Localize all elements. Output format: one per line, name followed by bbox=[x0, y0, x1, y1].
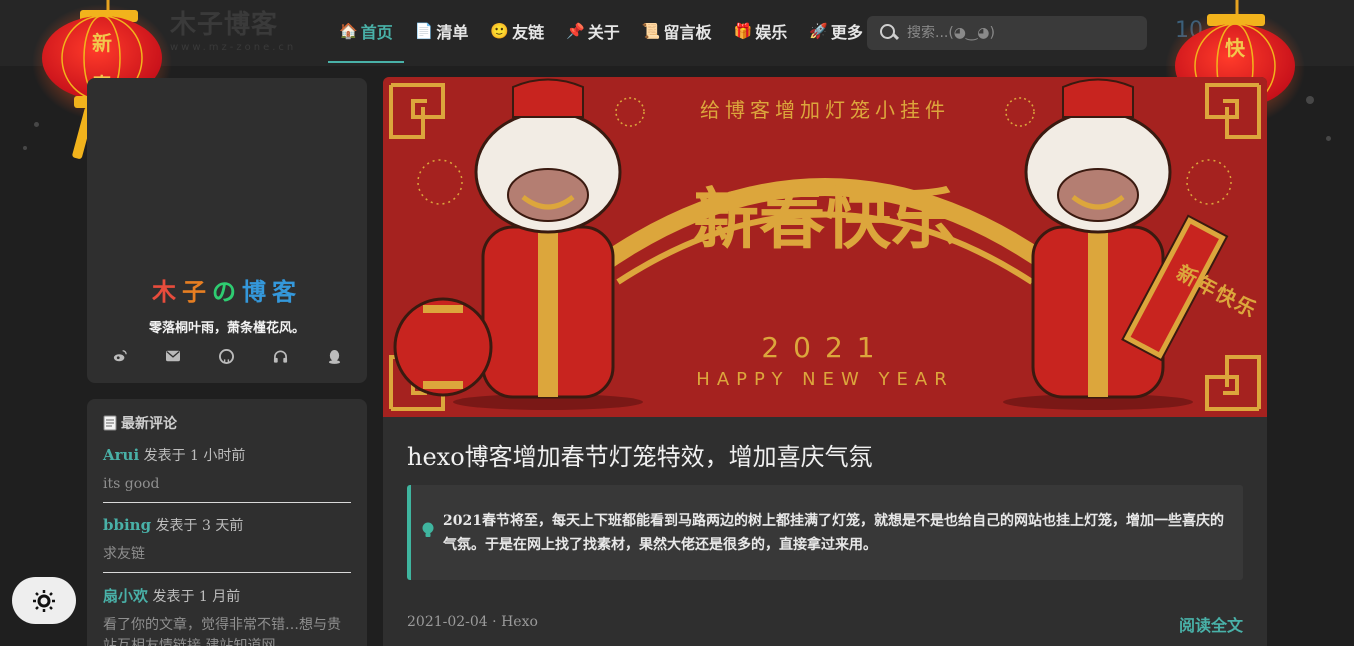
main-nav: 🏠 首页 📄 清单 🙂 友链 📌 关于 📜 留言板 🎁 娱乐 🚀 更多 bbox=[328, 0, 874, 66]
lantern-char: 新 bbox=[92, 31, 112, 55]
smile-icon: 🙂 bbox=[490, 22, 510, 40]
banner-headline: 新春快乐 bbox=[693, 180, 957, 258]
gift-icon: 🎁 bbox=[733, 22, 753, 40]
motto: 零落桐叶雨，萧条槿花风。 bbox=[148, 321, 305, 336]
site-name-char: 博 bbox=[242, 277, 272, 306]
comment-item[interactable]: 扇小欢 发表于 1 月前 看了你的文章，觉得非常不错…想与贵站互相友情链接 建站… bbox=[103, 573, 351, 646]
comment-time: 发表于 1 月前 bbox=[152, 589, 241, 605]
rocket-icon: 🚀 bbox=[809, 22, 828, 40]
comment-author[interactable]: 扇小欢 bbox=[103, 587, 148, 605]
comment-text: its good bbox=[103, 474, 351, 503]
mail-icon[interactable] bbox=[165, 348, 181, 364]
nav-list[interactable]: 📄 清单 bbox=[404, 0, 480, 62]
pin-icon: 📌 bbox=[566, 22, 585, 40]
nav-links[interactable]: 🙂 友链 bbox=[479, 0, 555, 62]
theme-toggle-button[interactable] bbox=[12, 577, 76, 624]
nav-label: 清单 bbox=[436, 23, 469, 42]
comment-time: 发表于 3 天前 bbox=[155, 518, 244, 534]
nav-more[interactable]: 🚀 更多 bbox=[798, 0, 874, 62]
read-more-link[interactable]: 阅读全文 bbox=[1179, 612, 1243, 636]
comment-header: 扇小欢 发表于 1 月前 bbox=[103, 585, 351, 606]
nav-label: 留言板 bbox=[663, 23, 712, 42]
snow-dot bbox=[1326, 136, 1331, 141]
logo-subtext: www.mz-zone.cn bbox=[170, 42, 297, 53]
document-icon: 📄 bbox=[414, 22, 434, 40]
post-card: 给博客增加灯笼小挂件 新春快乐 2021 HAPPY NEW YEAR 新年快乐… bbox=[383, 77, 1267, 646]
search-box[interactable] bbox=[867, 16, 1147, 50]
comment-author[interactable]: bbing bbox=[103, 516, 151, 534]
widget-title-text: 最新评论 bbox=[121, 416, 177, 432]
comment-item[interactable]: bbing 发表于 3 天前 求友链 bbox=[103, 503, 351, 573]
site-name-char: 客 bbox=[272, 277, 302, 306]
profile-card: 木子の博客 零落桐叶雨，萧条槿花风。 bbox=[87, 78, 367, 383]
comment-text: 求友链 bbox=[103, 544, 351, 573]
comment-time: 发表于 1 小时前 bbox=[143, 448, 246, 464]
nav-label: 首页 bbox=[360, 22, 393, 42]
comment-header: bbing 发表于 3 天前 bbox=[103, 515, 351, 535]
site-name-char: 木 bbox=[152, 277, 182, 306]
qq-icon[interactable] bbox=[326, 348, 342, 364]
post-excerpt: 2021春节将至，每天上下班都能看到马路两边的树上都挂满了灯笼，就想是不是也给自… bbox=[407, 485, 1243, 580]
widget-title: 最新评论 bbox=[103, 413, 351, 433]
nav-label: 友链 bbox=[512, 23, 545, 42]
top-navbar: 木子博客 www.mz-zone.cn 🏠 首页 📄 清单 🙂 友链 📌 关于 … bbox=[0, 0, 1354, 66]
headphones-icon[interactable] bbox=[273, 348, 289, 364]
sun-icon bbox=[33, 589, 55, 612]
excerpt-text: 2021春节将至，每天上下班都能看到马路两边的树上都挂满了灯笼，就想是不是也给自… bbox=[443, 513, 1224, 553]
snow-dot bbox=[23, 146, 27, 150]
scroll-icon: 📜 bbox=[641, 22, 661, 40]
post-title[interactable]: hexo博客增加春节灯笼特效，增加喜庆气氛 bbox=[407, 437, 873, 472]
logo-text: 木子博客 bbox=[170, 10, 279, 40]
lantern-char: 快 bbox=[1225, 36, 1246, 60]
comment-text: 看了你的文章，觉得非常不错…想与贵站互相友情链接 建站知道网- bbox=[103, 617, 341, 646]
nav-guestbook[interactable]: 📜 留言板 bbox=[631, 0, 723, 62]
weibo-icon[interactable] bbox=[112, 348, 128, 364]
search-icon[interactable] bbox=[879, 23, 899, 43]
site-name: 木子の博客 bbox=[87, 272, 367, 307]
site-name-char: の bbox=[212, 277, 242, 306]
post-meta: 2021-02-04 · Hexo bbox=[407, 614, 538, 630]
comment-header: Arui 发表于 1 小时前 bbox=[103, 445, 351, 465]
nav-label: 娱乐 bbox=[755, 23, 788, 42]
recent-comments-widget: 最新评论 Arui 发表于 1 小时前 its good bbing 发表于 3… bbox=[87, 399, 367, 646]
banner-year: 2021 bbox=[761, 331, 888, 364]
social-links bbox=[87, 348, 367, 364]
post-banner[interactable]: 给博客增加灯笼小挂件 新春快乐 2021 HAPPY NEW YEAR 新年快乐 bbox=[383, 77, 1267, 417]
nav-label: 更多 bbox=[830, 23, 863, 42]
nav-label: 关于 bbox=[587, 23, 620, 42]
memo-icon bbox=[103, 415, 117, 431]
lightbulb-icon bbox=[422, 522, 434, 537]
home-icon: 🏠 bbox=[339, 21, 358, 40]
nav-about[interactable]: 📌 关于 bbox=[555, 0, 631, 62]
comment-item[interactable]: Arui 发表于 1 小时前 its good bbox=[103, 433, 351, 503]
nav-entertainment[interactable]: 🎁 娱乐 bbox=[723, 0, 799, 62]
banner-subtitle: 给博客增加灯笼小挂件 bbox=[700, 98, 950, 122]
github-icon[interactable] bbox=[219, 348, 235, 364]
site-name-char: 子 bbox=[182, 277, 212, 306]
comment-author[interactable]: Arui bbox=[103, 446, 139, 464]
site-logo[interactable]: 木子博客 www.mz-zone.cn bbox=[170, 10, 300, 60]
banner-greeting: HAPPY NEW YEAR bbox=[696, 369, 953, 390]
search-input[interactable] bbox=[907, 25, 1137, 41]
nav-home[interactable]: 🏠 首页 bbox=[328, 0, 404, 63]
